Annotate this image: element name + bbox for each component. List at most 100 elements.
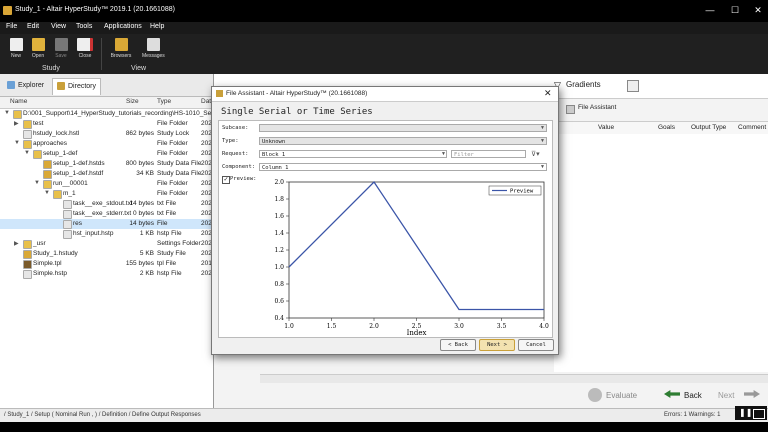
subcase-select[interactable] [259, 124, 547, 132]
row-type: Study Lock [157, 130, 190, 137]
x-tick-label: 2.0 [369, 323, 379, 330]
horizontal-scrollbar[interactable] [260, 374, 768, 383]
chevron-down-icon: ▼ [540, 164, 545, 170]
col-name[interactable]: Name [10, 98, 27, 105]
tree-row[interactable]: Simple.tpl 155 bytes tpl File 201 [0, 259, 213, 269]
expand-down-icon[interactable]: ▼ [34, 180, 40, 186]
tree-row[interactable]: task__exe_stdout.txt 14 bytes txt File 202 [0, 199, 213, 209]
tree-row[interactable]: ▼ D:\001_Support\14_HyperStudy_tutorials_… [0, 109, 223, 119]
component-select[interactable]: Column 1 [259, 163, 547, 171]
close-window-button[interactable]: ✕ [748, 4, 768, 17]
back-button[interactable]: Back [684, 391, 702, 400]
menu-edit[interactable]: Edit [27, 23, 39, 30]
next-button[interactable]: Next [718, 391, 734, 400]
folder-icon [43, 180, 52, 189]
window-title: Study_1 - Altair HyperStudy™ 2019.1 (20.… [15, 6, 175, 13]
tab-directory[interactable]: Directory [52, 78, 102, 95]
maximize-button[interactable]: ☐ [725, 4, 745, 17]
tree-row[interactable]: ▼ run__00001 File Folder 202 [0, 179, 213, 189]
row-type: File Folder [157, 190, 188, 197]
col-comment[interactable]: Comment [738, 124, 766, 131]
y-tick-label: 1.8 [274, 196, 284, 203]
row-type: Study Data File [157, 170, 202, 177]
close-study-icon [77, 38, 93, 51]
row-size: 14 bytes [129, 220, 154, 227]
menu-file[interactable]: File [6, 23, 17, 30]
close-study-button[interactable]: Close [74, 38, 96, 66]
ribbon-separator [101, 38, 102, 70]
preview-checkbox[interactable]: ✓ [222, 176, 230, 184]
ribbon: New Open Save Close Study Browsers Messa… [0, 34, 768, 74]
tree-row[interactable]: Study_1.hstudy 5 KB Study File 202 [0, 249, 213, 259]
directory-column-header: Name Size Type Dat [0, 97, 213, 109]
tree-row[interactable]: ▼ approaches File Folder 202 [0, 139, 213, 149]
tree-row[interactable]: Simple.hstp 2 KB hstp File 202 [0, 269, 213, 279]
type-select[interactable]: Unknown [259, 137, 547, 145]
tree-row[interactable]: ▶ _usr Settings Folder 202 [0, 239, 213, 249]
save-button[interactable]: Save [50, 38, 72, 66]
filter-input[interactable]: Filter [451, 150, 526, 158]
evaluate-button[interactable]: Evaluate [606, 391, 637, 400]
row-type: File Folder [157, 140, 188, 147]
dialog-titlebar: File Assistant - Altair HyperStudy™ (20.… [212, 87, 558, 102]
open-button[interactable]: Open [27, 38, 49, 66]
browsers-button[interactable]: Browsers [110, 38, 132, 66]
dialog-back-button[interactable]: < Back [440, 339, 476, 351]
tree-row[interactable]: ▶ test File Folder 202 [0, 119, 213, 129]
menu-help[interactable]: Help [150, 23, 164, 30]
col-output-type[interactable]: Output Type [691, 124, 726, 131]
x-tick-label: 4.0 [539, 323, 549, 330]
tree-row[interactable]: res 14 bytes File 202 [0, 219, 213, 229]
row-type: Study Data File [157, 160, 202, 167]
tree-row[interactable]: setup_1-def.hstds 800 bytes Study Data Fil… [0, 159, 213, 169]
request-select[interactable]: Block 1 [259, 150, 447, 158]
save-icon [54, 38, 68, 51]
subcase-label: Subcase: [222, 125, 249, 131]
expand-down-icon[interactable]: ▼ [4, 110, 10, 116]
filter-icon[interactable]: ⊽▾ [531, 150, 540, 158]
messages-label: Messages [142, 53, 165, 59]
fullscreen-icon[interactable] [753, 409, 765, 419]
tree-row[interactable]: hst_input.hstp 1 KB hstp File 202 [0, 229, 213, 239]
expand-down-icon[interactable]: ▼ [14, 140, 20, 146]
row-size: 1 KB [139, 230, 154, 237]
expand-down-icon[interactable]: ▼ [44, 190, 50, 196]
dialog-close-icon[interactable]: ✕ [544, 88, 552, 99]
expand-right-icon[interactable]: ▶ [14, 240, 19, 247]
col-type[interactable]: Type [157, 98, 171, 105]
folder-icon [23, 240, 32, 249]
menu-view[interactable]: View [51, 23, 66, 30]
tree-row[interactable]: task__exe_stderr.txt 0 bytes txt File 202 [0, 209, 213, 219]
tree-row[interactable]: ▼ m_1 File Folder 202 [0, 189, 213, 199]
message-counts[interactable]: Errors: 1 Warnings: 1 [664, 412, 720, 418]
expand-right-icon[interactable]: ▶ [14, 120, 19, 127]
y-tick-label: 1.4 [274, 230, 284, 237]
dialog-cancel-button[interactable]: Cancel [518, 339, 554, 351]
pause-icon[interactable]: ❚❚ [739, 408, 752, 417]
study-icon [43, 170, 52, 179]
col-date[interactable]: Dat [201, 98, 211, 105]
expand-down-icon[interactable]: ▼ [24, 150, 30, 156]
tree-row[interactable]: ▼ setup_1-def File Folder 202 [0, 149, 213, 159]
file-assistant-button[interactable]: File Assistant [578, 104, 616, 111]
row-size: 2 KB [139, 270, 154, 277]
gradients-tab[interactable]: Gradients [566, 80, 601, 89]
folder-icon [13, 110, 22, 119]
tab-explorer[interactable]: Explorer [3, 78, 48, 94]
minimize-button[interactable]: — [700, 4, 720, 17]
menu-applications[interactable]: Applications [104, 23, 142, 30]
col-size[interactable]: Size [126, 98, 139, 105]
dialog-next-button[interactable]: Next > [479, 339, 515, 351]
grid-icon[interactable] [627, 80, 639, 92]
menu-tools[interactable]: Tools [76, 23, 92, 30]
col-goals[interactable]: Goals [658, 124, 675, 131]
study-icon [43, 160, 52, 169]
y-tick-label: 1.6 [274, 213, 284, 220]
tree-row[interactable]: setup_1-def.hstdf 34 KB Study Data File 202 [0, 169, 213, 179]
row-size: 5 KB [139, 250, 154, 257]
tree-row[interactable]: hstudy_lock.hstl 862 bytes Study Lock 202 [0, 129, 213, 139]
new-button[interactable]: New [5, 38, 27, 66]
row-type: File [157, 220, 168, 227]
messages-button[interactable]: Messages [142, 38, 165, 66]
col-value[interactable]: Value [598, 124, 614, 131]
